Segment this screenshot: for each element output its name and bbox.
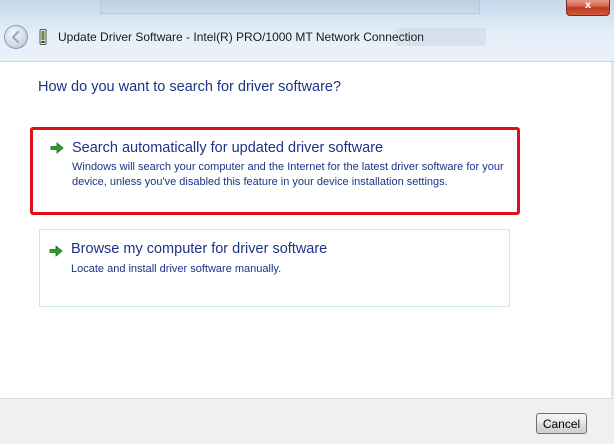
close-button[interactable]: x	[566, 0, 610, 16]
network-adapter-icon	[39, 29, 47, 45]
back-arrow-icon	[11, 30, 20, 44]
cancel-button[interactable]: Cancel	[536, 413, 587, 434]
close-icon: x	[584, 0, 592, 11]
option-description: Locate and install driver software manua…	[71, 263, 282, 275]
dialog-footer: Cancel	[0, 398, 614, 444]
option-title: Search automatically for updated driver …	[72, 140, 384, 156]
page-heading: How do you want to search for driver sof…	[38, 79, 342, 95]
title-bar: x Update Driver Software - Intel(R) PRO/…	[0, 0, 614, 62]
option-description: Windows will search your computer and th…	[72, 161, 504, 188]
window-title: Update Driver Software - Intel(R) PRO/10…	[58, 30, 424, 44]
green-arrow-icon	[49, 245, 63, 257]
search-automatically-option[interactable]: Search automatically for updated driver …	[30, 127, 520, 215]
option-title: Browse my computer for driver software	[71, 241, 328, 257]
green-arrow-icon	[50, 142, 64, 154]
background-window	[100, 0, 480, 14]
browse-computer-option[interactable]: Browse my computer for driver software L…	[39, 229, 510, 307]
back-button[interactable]	[4, 25, 28, 49]
